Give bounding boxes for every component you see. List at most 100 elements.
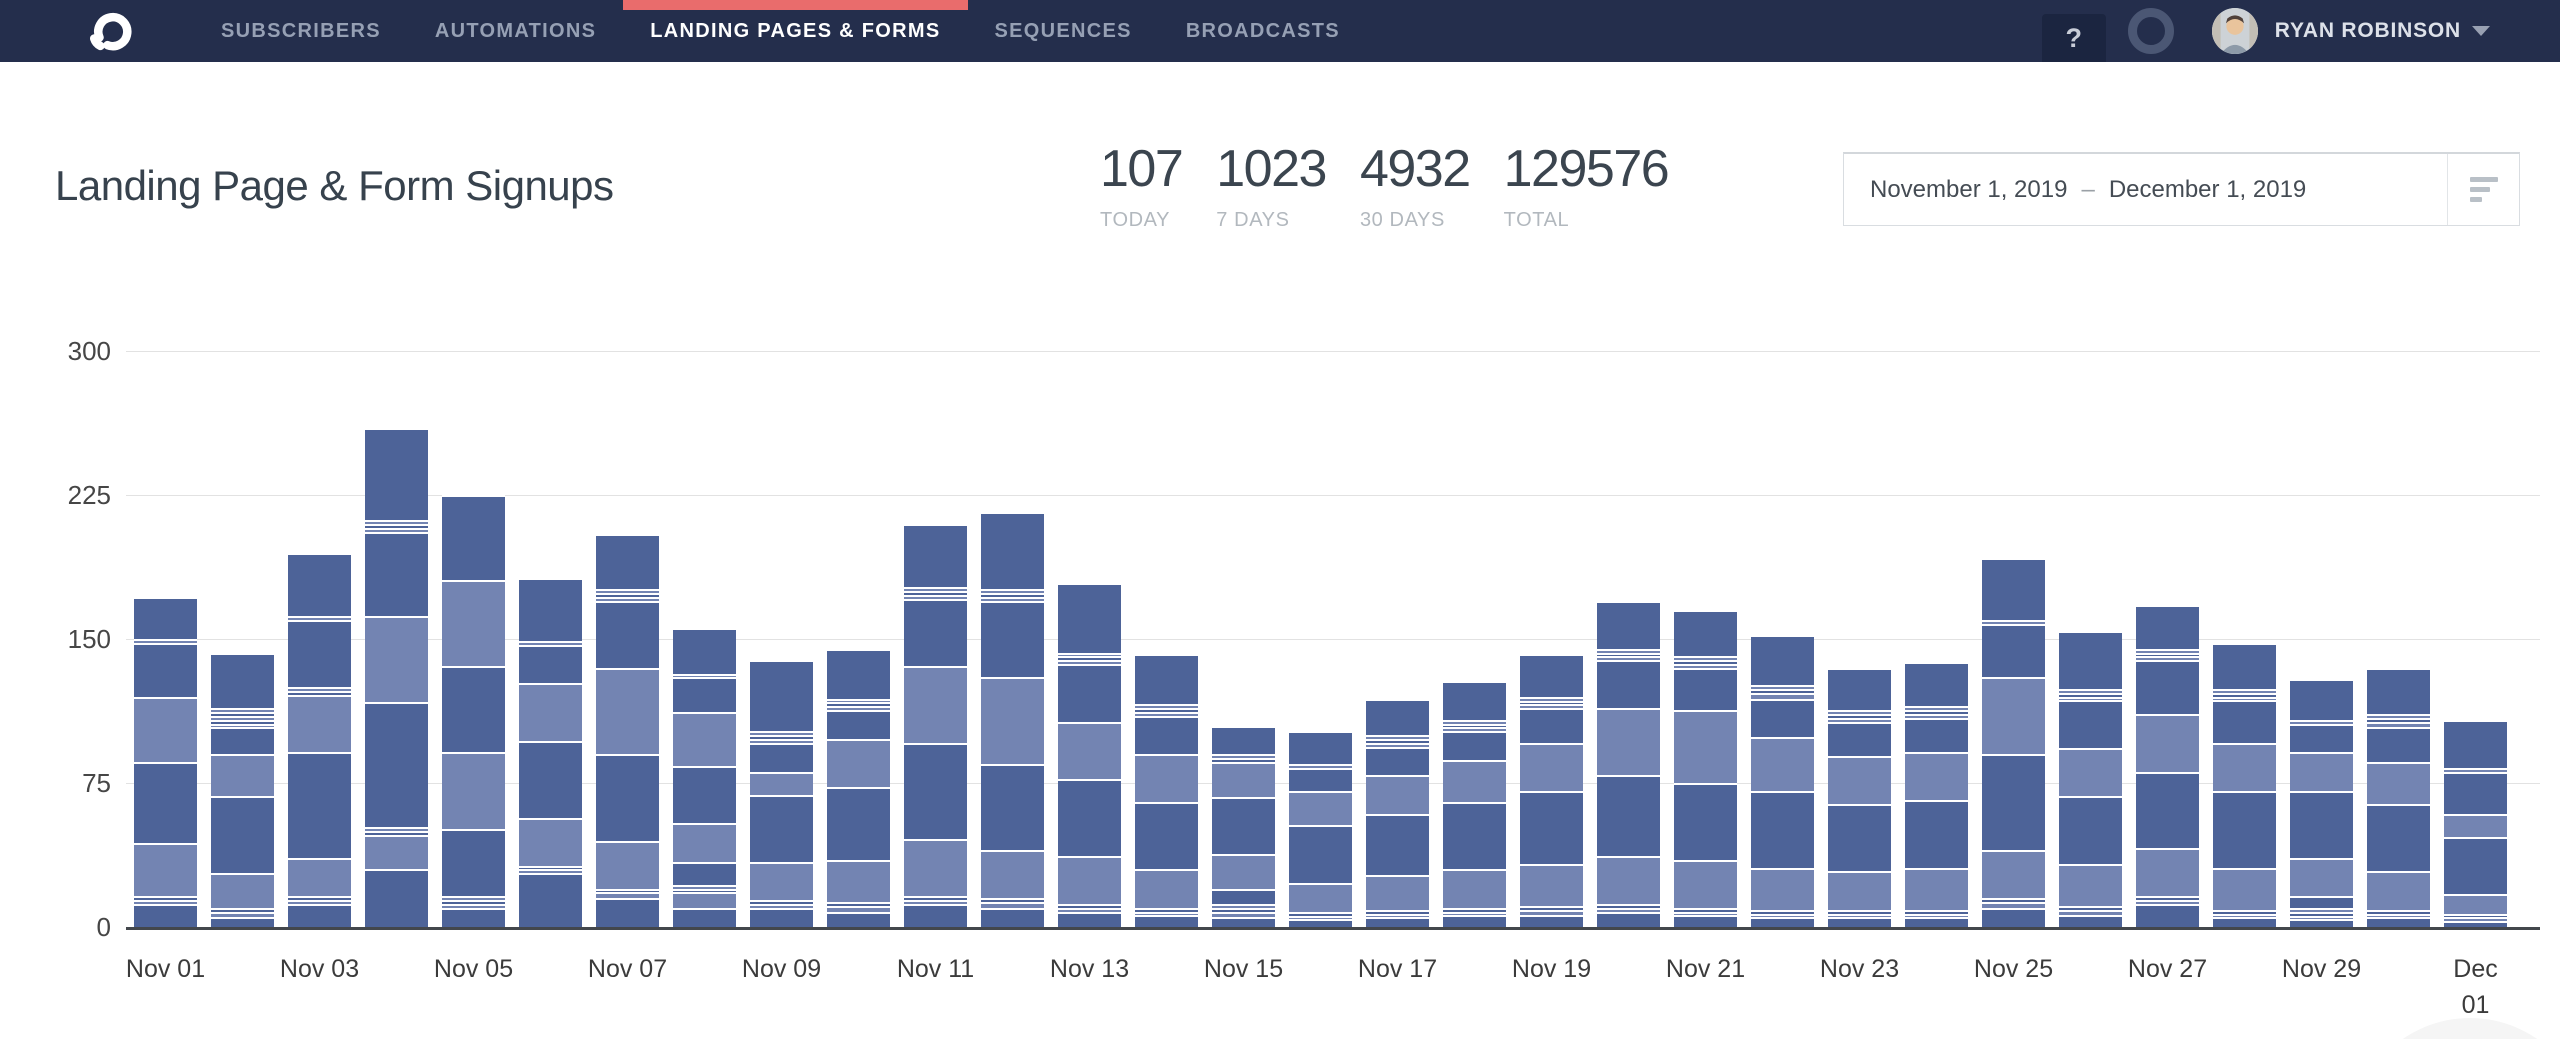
bar-segment [134,597,197,639]
bar-segment [2136,848,2199,896]
bar-segment [1674,668,1737,710]
bar-segment [1597,775,1660,856]
bar-nov-08[interactable] [673,628,736,927]
bar-nov-24[interactable] [1905,662,1968,927]
bar-nov-16[interactable] [1289,731,1352,927]
bar-nov-06[interactable] [519,578,582,927]
bar-nov-28[interactable] [2213,643,2276,927]
bar-segment [2367,668,2430,714]
bar-segment [1520,708,1583,743]
bar-nov-14[interactable] [1135,654,1198,927]
y-tick-label-225: 225 [31,480,111,511]
bar-nov-22[interactable] [1751,635,1814,927]
bar-segment [1597,660,1660,708]
bar-segment [442,580,505,666]
bar-nov-02[interactable] [211,653,274,927]
y-tick-label-75: 75 [31,768,111,799]
bar-segment [2059,700,2122,748]
bar-nov-20[interactable] [1597,601,1660,927]
bar-segment [1674,610,1737,656]
bar-segment [827,912,890,927]
bar-segment [1212,797,1275,855]
bar-nov-03[interactable] [288,553,351,927]
bar-segment [1058,583,1121,652]
bar-segment [981,512,1044,589]
bar-segment [1366,775,1429,813]
bar-segment [1905,917,1968,927]
bar-segment [288,553,351,616]
bar-segment [1982,850,2045,898]
bar-segment [981,850,1044,898]
bar-nov-27[interactable] [2136,605,2199,927]
nav-item-broadcasts[interactable]: BROADCASTS [1159,0,1367,62]
bar-segment [519,741,582,818]
stat-value: 129576 [1504,139,1669,199]
date-range-picker[interactable]: November 1, 2019 – December 1, 2019 [1843,152,2520,226]
bar-segment [519,645,582,683]
convertkit-logo-icon[interactable] [72,7,150,55]
bar-segment [1905,800,1968,867]
bar-nov-05[interactable] [442,495,505,927]
bar-nov-30[interactable] [2367,668,2430,927]
bar-dec-01[interactable] [2444,720,2507,927]
bar-nov-01[interactable] [134,597,197,927]
y-tick-label-300: 300 [31,336,111,367]
bar-segment [1828,804,1891,871]
bar-segment [1212,726,1275,755]
stat-total: 129576TOTAL [1504,139,1669,232]
bar-nov-17[interactable] [1366,699,1429,927]
bar-segment [1135,654,1198,704]
bar-nov-21[interactable] [1674,610,1737,927]
bar-segment [1982,908,2045,927]
bar-segment [1905,718,1968,753]
bar-segment [1674,710,1737,783]
bar-segment [442,908,505,927]
help-button[interactable]: ? [2042,14,2106,62]
y-tick-label-0: 0 [31,912,111,943]
bar-nov-11[interactable] [904,524,967,927]
bar-nov-04[interactable] [365,428,428,927]
bar-nov-15[interactable] [1212,726,1275,928]
chevron-down-icon[interactable] [2472,26,2490,36]
user-menu[interactable]: RYAN ROBINSON [2275,19,2461,43]
bar-nov-12[interactable] [981,512,1044,927]
date-filter-button[interactable] [2447,154,2519,225]
bar-nov-25[interactable] [1982,558,2045,927]
bar-segment [1135,754,1198,802]
bar-segment [1905,752,1968,800]
bar-segment [2367,762,2430,804]
bar-segment [981,677,1044,763]
bar-segment [1982,558,2045,619]
bar-segment [2290,724,2353,753]
bar-nov-23[interactable] [1828,668,1891,927]
nav-item-subscribers[interactable]: SUBSCRIBERS [194,0,408,62]
nav-item-automations[interactable]: AUTOMATIONS [408,0,623,62]
bar-segment [2444,772,2507,814]
bar-segment [2059,748,2122,796]
nav-menu: SUBSCRIBERSAUTOMATIONSLANDING PAGES & FO… [194,0,1367,62]
bar-segment [365,616,428,702]
bar-segment [2290,858,2353,896]
avatar[interactable] [2212,8,2258,54]
bar-nov-19[interactable] [1520,654,1583,927]
bar-segment [2136,605,2199,649]
bar-segment [2290,896,2353,908]
bar-segment [1058,664,1121,722]
nav-item-sequences[interactable]: SEQUENCES [968,0,1159,62]
nav-item-landing-pages-forms[interactable]: LANDING PAGES & FORMS [623,0,967,62]
bar-nov-26[interactable] [2059,631,2122,927]
chat-widget[interactable] [2352,1018,2560,1039]
gridline-300 [126,351,2540,352]
bar-nov-07[interactable] [596,534,659,928]
bar-segment [519,818,582,866]
bar-nov-29[interactable] [2290,679,2353,927]
bar-segment [1289,791,1352,826]
bar-nov-09[interactable] [750,660,813,927]
bar-nov-13[interactable] [1058,583,1121,927]
bar-nov-10[interactable] [827,649,890,927]
stat-30-days: 493230 DAYS [1360,139,1470,232]
bar-segment [1289,768,1352,791]
bar-segment [596,841,659,889]
bar-nov-18[interactable] [1443,681,1506,927]
notification-ring-icon[interactable] [2128,8,2174,54]
